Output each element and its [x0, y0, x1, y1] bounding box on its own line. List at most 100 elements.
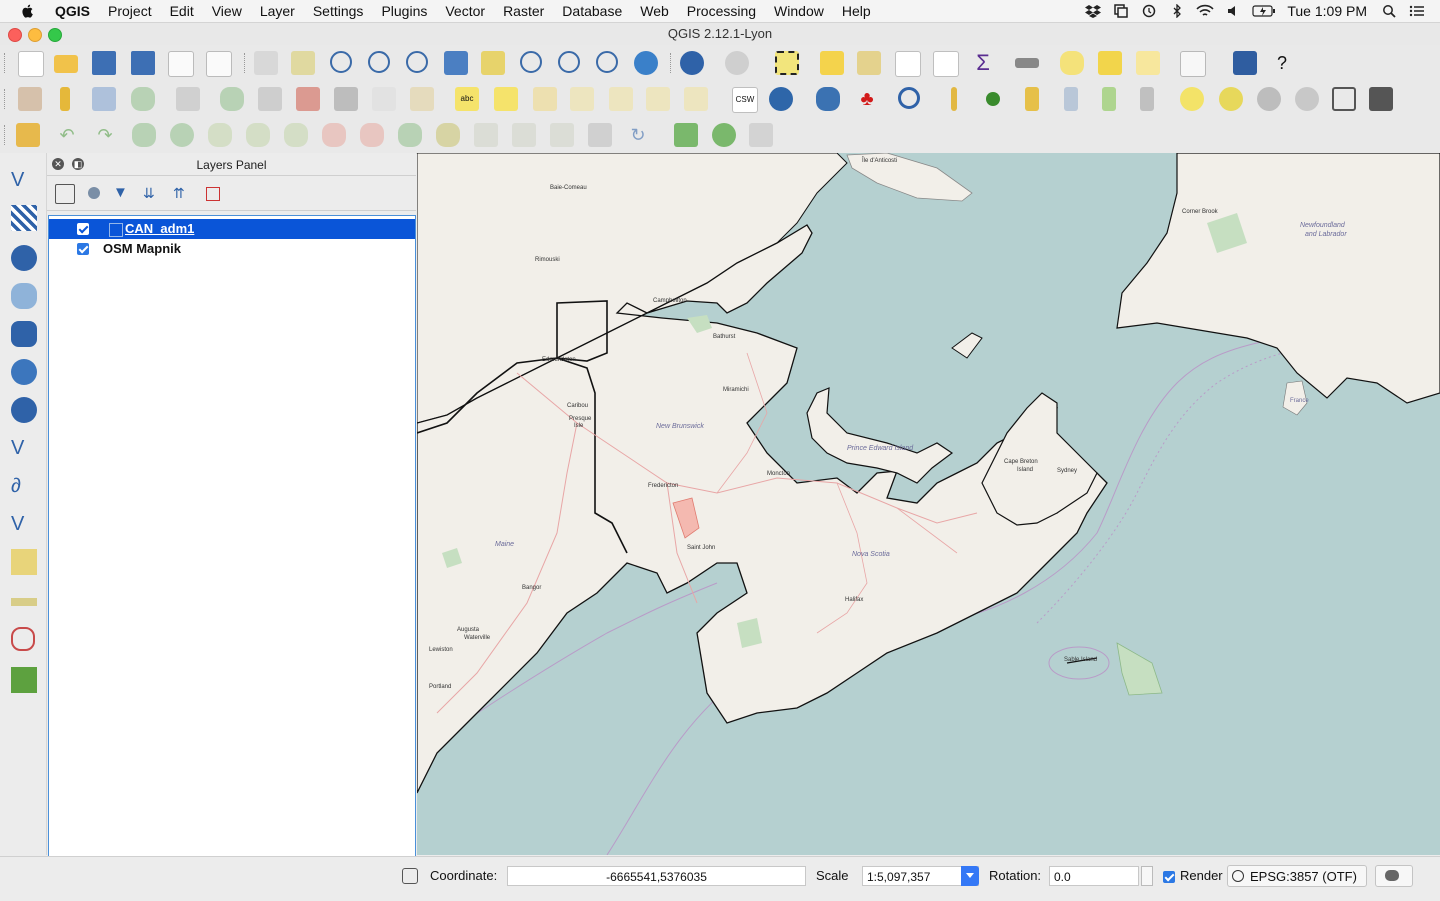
fill-ring-icon[interactable] [246, 123, 270, 147]
add-virtual-layer-icon[interactable]: V [11, 511, 37, 537]
window-close-button[interactable] [8, 28, 22, 42]
map-tips-icon[interactable] [1060, 51, 1084, 75]
layer-row-can-adm1[interactable]: CAN_adm1 [49, 219, 415, 239]
split-features-icon[interactable] [436, 123, 460, 147]
raster-stretch-icon[interactable] [1064, 87, 1078, 111]
zoom-out-icon[interactable] [368, 51, 390, 73]
paste-features-icon[interactable] [410, 87, 434, 111]
run-feature-action-icon[interactable] [725, 51, 749, 75]
filter-legend-icon[interactable]: ▼ [113, 184, 131, 202]
reshape-features-icon[interactable] [360, 123, 384, 147]
composer-manager-icon[interactable] [206, 51, 232, 77]
open-field-calculator-icon[interactable] [933, 51, 959, 77]
merge-attributes-icon[interactable] [550, 123, 574, 147]
window-zoom-button[interactable] [48, 28, 62, 42]
add-spatialite-icon[interactable] [712, 123, 736, 147]
raster-histogram-icon[interactable] [1025, 87, 1039, 111]
undo-edit-icon[interactable]: ↶ [55, 123, 79, 147]
copy-features-icon[interactable] [372, 87, 396, 111]
merge-features-icon[interactable] [512, 123, 536, 147]
menu-help[interactable]: Help [833, 0, 880, 22]
full-histogram-icon[interactable] [1140, 87, 1154, 111]
coordinate-field[interactable]: -6665541,5376035 [507, 866, 806, 886]
add-group-icon[interactable] [88, 187, 100, 199]
redo-edit-icon[interactable]: ↷ [93, 123, 117, 147]
toolbar-grip[interactable] [244, 53, 247, 73]
split-parts-icon[interactable] [474, 123, 498, 147]
add-delimited-text-icon[interactable] [674, 123, 698, 147]
measure-line-icon[interactable] [1015, 58, 1039, 68]
zoom-to-selection-icon[interactable] [481, 51, 505, 75]
delete-ring-icon[interactable] [284, 123, 308, 147]
toolbar-grip[interactable] [670, 53, 673, 73]
screen-share-icon[interactable] [1112, 4, 1130, 18]
decrease-contrast-icon[interactable] [1295, 87, 1319, 111]
rotate-label-icon[interactable] [646, 87, 670, 111]
menu-project[interactable]: Project [99, 0, 161, 22]
offset-curve-icon[interactable] [398, 123, 422, 147]
map-canvas[interactable]: Île d'Anticosti Corner Brook Newfoundlan… [417, 153, 1440, 855]
save-layer-edits-icon[interactable] [92, 87, 116, 111]
delete-part-icon[interactable] [322, 123, 346, 147]
zoom-to-layer-icon[interactable] [520, 51, 542, 73]
zoom-next-icon[interactable] [596, 51, 618, 73]
help-contents-icon[interactable] [1233, 51, 1257, 75]
layer-visibility-checkbox[interactable] [77, 223, 89, 235]
edit-tool-icon[interactable] [258, 87, 282, 111]
menu-view[interactable]: View [203, 0, 251, 22]
save-project-as-icon[interactable] [131, 51, 155, 75]
zoom-full-icon[interactable] [444, 51, 468, 75]
time-machine-icon[interactable] [1140, 4, 1158, 18]
rotate-feature-icon[interactable]: ↻ [626, 123, 650, 147]
local-histogram-icon[interactable] [1102, 87, 1116, 111]
layer-labeling-icon[interactable]: abc [455, 87, 479, 111]
add-ring-icon[interactable] [170, 123, 194, 147]
menu-plugins[interactable]: Plugins [372, 0, 436, 22]
statistical-summary-icon[interactable]: Σ [971, 51, 995, 75]
new-bookmark-icon[interactable] [1098, 51, 1122, 75]
menu-app-qgis[interactable]: QGIS [46, 0, 99, 22]
add-wms-layer-icon[interactable] [11, 359, 37, 385]
menu-layer[interactable]: Layer [251, 0, 304, 22]
show-bookmarks-icon[interactable] [1136, 51, 1160, 75]
zoom-native-resolution-icon[interactable] [406, 51, 428, 73]
menu-processing[interactable]: Processing [678, 0, 765, 22]
add-raster-layer-icon[interactable] [11, 205, 37, 231]
new-spatialite-layer-icon[interactable] [11, 598, 37, 606]
menu-web[interactable]: Web [631, 0, 678, 22]
pan-to-selection-icon[interactable] [291, 51, 315, 75]
crs-status-button[interactable]: EPSG:3857 (OTF) [1227, 865, 1367, 887]
render-checkbox[interactable] [1163, 871, 1175, 883]
move-feature-icon[interactable] [176, 87, 200, 111]
deselect-features-icon[interactable] [820, 51, 844, 75]
battery-icon[interactable] [1252, 4, 1276, 18]
increase-contrast-icon[interactable] [1257, 87, 1281, 111]
rotation-spinner[interactable] [1141, 866, 1153, 886]
notification-center-icon[interactable] [1408, 4, 1426, 18]
menu-settings[interactable]: Settings [304, 0, 373, 22]
add-spatialite-layer-icon[interactable] [11, 283, 37, 309]
menubar-clock[interactable]: Tue 1:09 PM [1287, 3, 1367, 19]
gdal-tools-icon[interactable] [1369, 87, 1393, 111]
layer-row-osm-mapnik[interactable]: OSM Mapnik [49, 239, 415, 259]
increase-brightness-icon[interactable] [1180, 87, 1204, 111]
open-project-icon[interactable] [54, 55, 78, 73]
toggle-extents-icon[interactable] [402, 868, 418, 884]
add-wms-web-icon[interactable] [769, 87, 793, 111]
volume-icon[interactable] [1224, 4, 1242, 18]
collapse-all-icon[interactable]: ⇈ [173, 184, 191, 202]
menu-raster[interactable]: Raster [494, 0, 553, 22]
add-postgis-layer-icon[interactable] [11, 245, 37, 271]
select-by-expression-icon[interactable] [857, 51, 881, 75]
menu-window[interactable]: Window [765, 0, 833, 22]
apple-logo-icon[interactable] [20, 3, 36, 19]
zoom-last-icon[interactable] [558, 51, 580, 73]
node-tool-icon[interactable] [220, 87, 244, 111]
refresh-icon[interactable] [634, 51, 658, 75]
scale-dropdown-button[interactable] [961, 866, 979, 886]
add-wcs-layer-icon[interactable] [11, 397, 37, 423]
remove-layer-icon[interactable] [206, 187, 220, 201]
current-edits-icon[interactable] [18, 87, 42, 111]
georeferencer-icon[interactable] [749, 123, 773, 147]
toggle-editing-icon[interactable] [60, 87, 70, 111]
